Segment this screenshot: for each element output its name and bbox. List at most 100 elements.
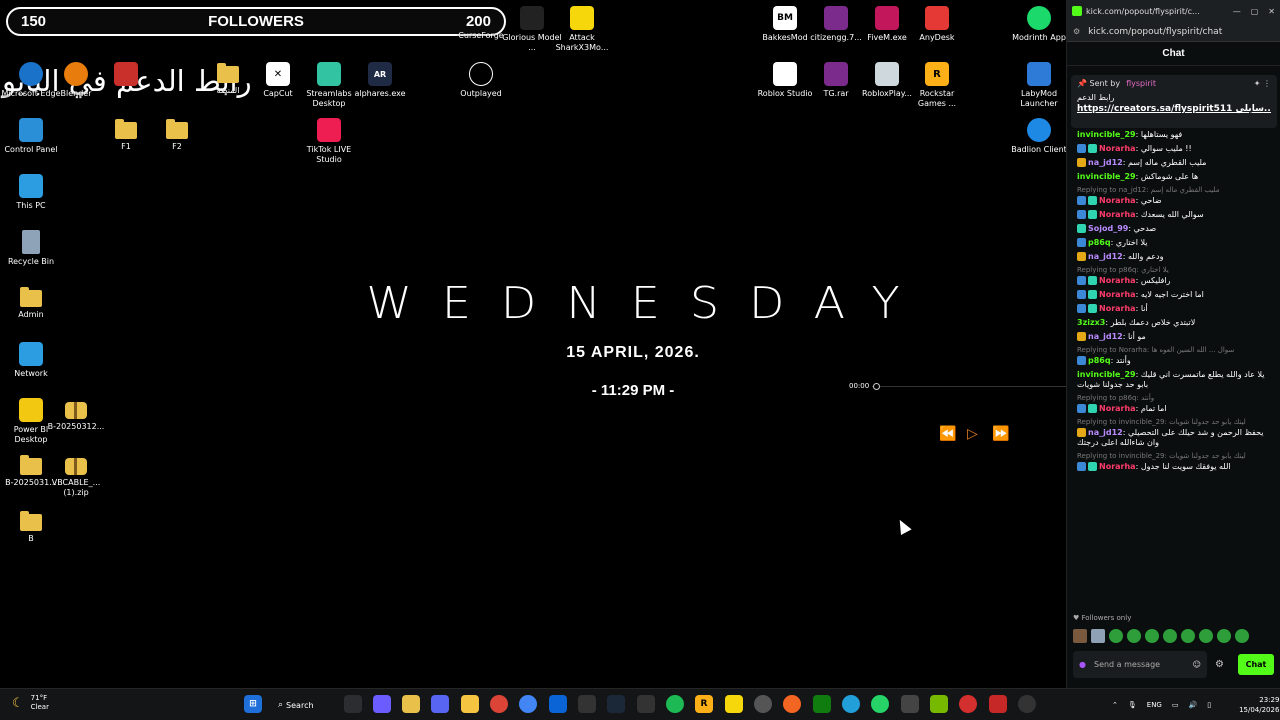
chat-username[interactable]: invincible_29: [1077, 172, 1136, 181]
xbox-icon[interactable]: [813, 695, 831, 713]
desktop-icon-this-pc[interactable]: This PC: [0, 174, 62, 211]
volume-icon[interactable]: 🔊: [1188, 701, 1197, 709]
reply-context[interactable]: Replying to invincible_29: ليتك يابو حد …: [1071, 450, 1277, 460]
emote-icon[interactable]: [1181, 629, 1195, 643]
chat-username[interactable]: invincible_29: [1077, 130, 1136, 139]
rockstar-icon[interactable]: R: [695, 695, 713, 713]
attack-shark-icon[interactable]: [725, 695, 743, 713]
unpin-icon[interactable]: ✦ ⋮: [1254, 79, 1271, 88]
desktop-icon-vbcable-zip[interactable]: VBCABLE_... (1).zip: [45, 454, 107, 498]
chat-username[interactable]: Sojod_99: [1088, 224, 1128, 233]
pinned-sender[interactable]: flyspirit: [1126, 79, 1156, 88]
emote-icon[interactable]: [1199, 629, 1213, 643]
media-next-icon[interactable]: ⏩: [992, 426, 1009, 442]
chat-username[interactable]: na_jd12: [1088, 158, 1123, 167]
settings-icon[interactable]: [1018, 695, 1036, 713]
battery-icon[interactable]: ▯: [1207, 701, 1211, 709]
minimize-icon[interactable]: —: [1233, 7, 1241, 16]
emote-icon[interactable]: [1163, 629, 1177, 643]
reply-context[interactable]: Replying to p86q: يلا اختاري: [1071, 264, 1277, 274]
chat-username[interactable]: Norarha: [1099, 210, 1136, 219]
chat-messages-list[interactable]: invincible_29: فهو يستاهلها Norarha: مليب…: [1071, 128, 1277, 606]
task-view-icon[interactable]: [344, 695, 362, 713]
whatsapp-icon[interactable]: [871, 695, 889, 713]
desktop-icon-modrinth[interactable]: Modrinth App: [1008, 6, 1066, 43]
taskbar-search[interactable]: ⌕ Search: [278, 695, 330, 715]
discord-icon[interactable]: [431, 695, 449, 713]
chat-username[interactable]: invincible_29: [1077, 370, 1136, 379]
chat-username[interactable]: p86q: [1088, 356, 1111, 365]
desktop-icon-alphares[interactable]: AR alphares.exe: [349, 62, 411, 99]
desktop-icon-app[interactable]: [95, 62, 157, 86]
app-icon[interactable]: [578, 695, 596, 713]
close-icon[interactable]: ✕: [1268, 7, 1275, 16]
app-icon[interactable]: [754, 695, 772, 713]
desktop-icon-attack-shark[interactable]: Attack SharkX3Mo...: [551, 6, 613, 53]
site-info-icon[interactable]: ⚙: [1073, 27, 1080, 36]
reply-context[interactable]: Replying to na_jd12: مليب القطري ماله إس…: [1071, 184, 1277, 194]
microphone-icon[interactable]: 🎙: [1128, 701, 1137, 709]
app-icon[interactable]: [637, 695, 655, 713]
taskbar-clock[interactable]: 23:29 15/04/2026: [1239, 695, 1279, 715]
reply-context[interactable]: Replying to p86q: وأنتد: [1071, 392, 1277, 402]
chat-username[interactable]: Norarha: [1099, 462, 1136, 471]
telegram-icon[interactable]: [842, 695, 860, 713]
network-icon[interactable]: ▭: [1172, 701, 1179, 709]
start-windows-icon[interactable]: ⊞: [244, 695, 262, 713]
emote-icon[interactable]: [1235, 629, 1249, 643]
file-explorer-icon[interactable]: [402, 695, 420, 713]
desktop-icon-badlion[interactable]: Badlion Client: [1008, 118, 1066, 155]
app-icon[interactable]: [461, 695, 479, 713]
chat-username[interactable]: Norarha: [1099, 276, 1136, 285]
chrome-icon[interactable]: [519, 695, 537, 713]
chat-username[interactable]: Norarha: [1099, 196, 1136, 205]
desktop-icon-b[interactable]: B: [0, 510, 62, 544]
media-play-icon[interactable]: ▷: [967, 426, 978, 442]
send-chat-button[interactable]: Chat: [1238, 654, 1274, 675]
maximize-icon[interactable]: ▢: [1251, 7, 1259, 16]
chat-username[interactable]: na_jd12: [1088, 428, 1123, 437]
outlook-icon[interactable]: [549, 695, 567, 713]
emote-icon[interactable]: [1145, 629, 1159, 643]
emote-icon[interactable]: [1109, 629, 1123, 643]
desktop-icon-tiktok-live[interactable]: TikTok LIVE Studio: [298, 118, 360, 165]
chat-username[interactable]: Norarha: [1099, 304, 1136, 313]
spotify-icon[interactable]: [666, 695, 684, 713]
desktop-icon-control-panel[interactable]: Control Panel: [0, 118, 62, 155]
desktop-icon-f2[interactable]: F2: [146, 118, 208, 152]
desktop-icon-labymod[interactable]: LabyMod Launcher: [1008, 62, 1066, 109]
chat-settings-gear-icon[interactable]: ⚙: [1215, 659, 1224, 670]
language-indicator[interactable]: ENG: [1147, 701, 1162, 709]
desktop-icon-recycle-bin[interactable]: Recycle Bin: [0, 230, 62, 267]
pinned-link[interactable]: https://creators.sa/flyspirit511 سابلي..…: [1077, 104, 1271, 114]
url-bar[interactable]: ⚙ kick.com/popout/flyspirit/chat: [1067, 22, 1280, 42]
app-icon[interactable]: [783, 695, 801, 713]
nvidia-icon[interactable]: [930, 695, 948, 713]
app-icon[interactable]: [901, 695, 919, 713]
weather-widget[interactable]: ☾ 71°F Clear: [12, 694, 49, 712]
emote-icon[interactable]: [1127, 629, 1141, 643]
chat-username[interactable]: Norarha: [1099, 404, 1136, 413]
chat-username[interactable]: p86q: [1088, 238, 1111, 247]
chat-message-input[interactable]: ● Send a message ☺: [1073, 651, 1207, 678]
emote-icon[interactable]: [1073, 629, 1087, 643]
media-previous-icon[interactable]: ⏪: [939, 426, 956, 442]
chat-username[interactable]: na_jd12: [1088, 332, 1123, 341]
reply-context[interactable]: Replying to Norarha: سوال ... الله السين…: [1071, 344, 1277, 354]
media-progress-knob[interactable]: [873, 383, 880, 390]
chat-username[interactable]: 3zizx3: [1077, 318, 1105, 327]
desktop-icon-b-zip[interactable]: B-20250312...: [45, 398, 107, 432]
chat-username[interactable]: na_jd12: [1088, 252, 1123, 261]
steam-icon[interactable]: [607, 695, 625, 713]
chevron-up-icon[interactable]: ⌃: [1112, 701, 1118, 709]
chrome-icon[interactable]: [490, 695, 508, 713]
emote-icon[interactable]: [1091, 629, 1105, 643]
app-icon[interactable]: [959, 695, 977, 713]
emote-icon[interactable]: [1217, 629, 1231, 643]
desktop-icon-outplayed[interactable]: Outplayed: [450, 62, 512, 99]
desktop-icon-rockstar[interactable]: R Rockstar Games ...: [906, 62, 968, 109]
microphone-icon[interactable]: ●: [1079, 660, 1086, 669]
desktop-icon-anydesk[interactable]: AnyDesk: [906, 6, 968, 43]
app-icon[interactable]: [989, 695, 1007, 713]
copilot-icon[interactable]: [373, 695, 391, 713]
